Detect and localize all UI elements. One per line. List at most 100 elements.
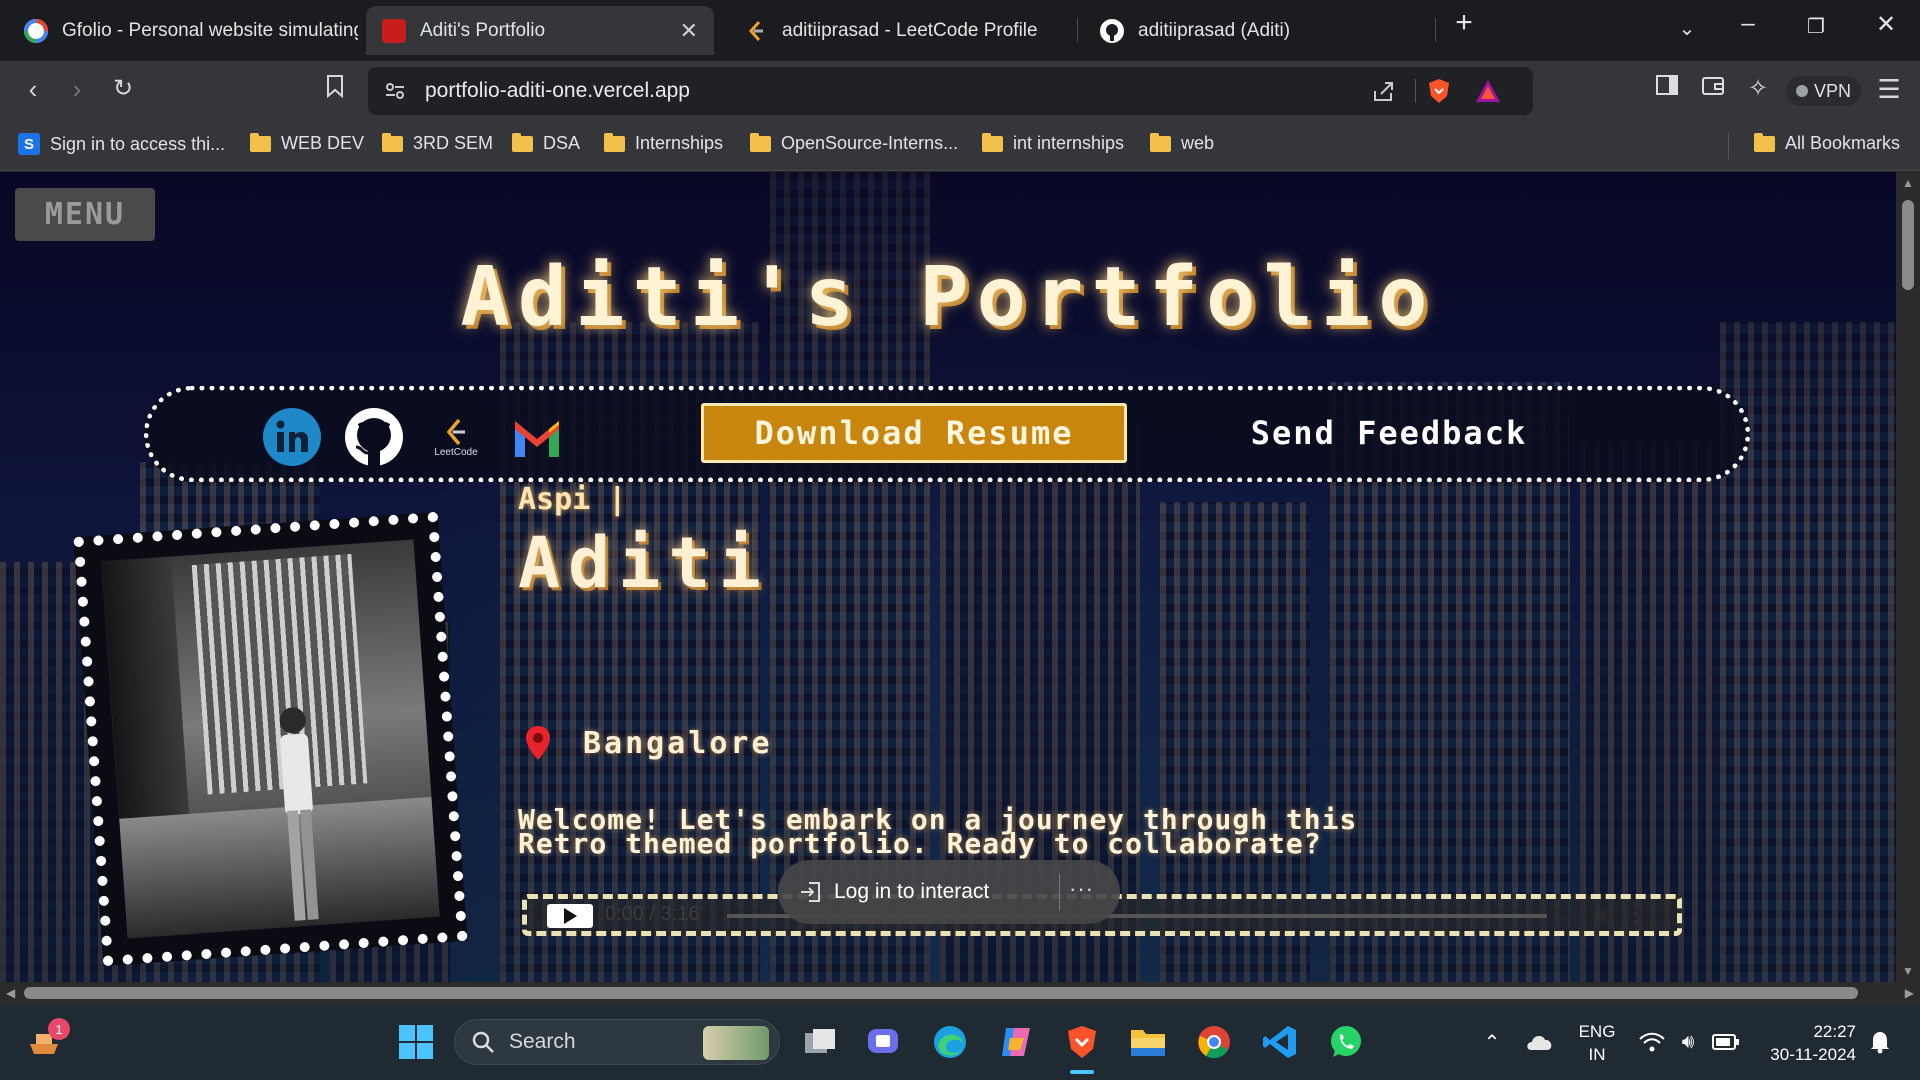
scroll-right-arrow-icon[interactable]: ▶ — [1905, 986, 1914, 1000]
chrome-icon[interactable] — [1194, 1022, 1234, 1062]
greeting-word: Aspi — [518, 482, 591, 517]
search-highlight-icon — [703, 1026, 769, 1060]
windows-taskbar: 1 Search ⌃ ENG IN 🔊︎ 22:27 30-11-2024 — [0, 1004, 1920, 1080]
download-resume-button[interactable]: Download Resume — [701, 403, 1127, 463]
tab-aditis-portfolio[interactable]: Aditi's Portfolio ✕ — [366, 6, 714, 55]
site-settings-icon[interactable] — [384, 80, 406, 107]
address-bar[interactable]: portfolio-aditi-one.vercel.app — [368, 67, 1533, 115]
location: Bangalore — [525, 725, 773, 761]
scrollbar-thumb[interactable] — [24, 987, 1858, 999]
google-icon — [24, 18, 48, 43]
clock[interactable]: 22:27 30-11-2024 — [1756, 1020, 1856, 1066]
play-icon — [564, 908, 577, 924]
bookmark-folder-web[interactable]: web — [1150, 132, 1214, 154]
profile-photo-frame — [73, 511, 468, 967]
tab-search-chevron-icon[interactable]: ⌄ — [1667, 16, 1707, 41]
s-logo-icon: S — [18, 133, 40, 155]
login-to-interact-popup[interactable]: Log in to interact ··· — [778, 860, 1120, 924]
volume-icon[interactable]: 🔊︎ — [1593, 901, 1607, 927]
tab-title: Aditi's Portfolio — [420, 19, 546, 41]
brave-shields-icon[interactable] — [1426, 77, 1452, 110]
bookmark-icon[interactable] — [318, 74, 352, 104]
new-tab-icon[interactable]: + — [1444, 6, 1484, 40]
notifications-bell-icon[interactable] — [1860, 1022, 1900, 1062]
divider — [1415, 79, 1416, 103]
audio-more-options-icon[interactable]: ⋮ — [1623, 899, 1647, 928]
wallet-icon[interactable] — [1696, 74, 1730, 102]
share-icon[interactable] — [1372, 79, 1396, 108]
file-explorer-icon[interactable] — [1128, 1022, 1168, 1062]
tab-gfolio[interactable]: Gfolio - Personal website simulating — [8, 6, 358, 55]
bookmark-label: OpenSource-Interns... — [781, 133, 959, 153]
onedrive-icon[interactable] — [1520, 1022, 1560, 1062]
folder-icon — [604, 132, 625, 152]
close-tab-icon[interactable]: ✕ — [680, 18, 698, 44]
volume-tray-icon[interactable]: 🔊︎ — [1668, 1022, 1708, 1062]
back-icon[interactable]: ‹ — [16, 74, 50, 105]
bookmark-folder-internships[interactable]: Internships — [604, 132, 723, 154]
brave-rewards-icon[interactable] — [1474, 78, 1502, 109]
horizontal-scrollbar[interactable]: ◀ ▶ — [0, 982, 1920, 1004]
clock-time: 22:27 — [1813, 1022, 1856, 1041]
battery-icon[interactable] — [1706, 1022, 1746, 1062]
scroll-left-arrow-icon[interactable]: ◀ — [6, 986, 15, 1000]
sidebar-toggle-icon[interactable] — [1650, 74, 1684, 102]
brave-browser-icon[interactable] — [1062, 1022, 1102, 1074]
vpn-status-icon — [1796, 85, 1808, 97]
send-feedback-button[interactable]: Send Feedback — [1179, 403, 1599, 463]
name-heading: Aditi — [518, 522, 769, 604]
folder-icon — [982, 132, 1003, 152]
leetcode-icon — [744, 19, 768, 43]
leetcode-caption: LeetCode — [434, 446, 478, 458]
reload-icon[interactable]: ↻ — [106, 74, 140, 103]
edge-icon[interactable] — [930, 1022, 970, 1062]
scroll-down-arrow-icon[interactable]: ▼ — [1902, 964, 1914, 978]
menu-button[interactable]: MENU — [15, 188, 155, 241]
bookmark-folder-web-dev[interactable]: WEB DEV — [250, 132, 364, 154]
task-view-icon[interactable] — [800, 1022, 840, 1062]
search-label: Search — [509, 1030, 576, 1053]
bookmark-label: 3RD SEM — [413, 133, 494, 153]
restore-icon[interactable]: ❐ — [1796, 14, 1836, 39]
wifi-icon[interactable] — [1632, 1022, 1672, 1062]
teams-chat-icon[interactable] — [864, 1022, 904, 1062]
tab-leetcode[interactable]: aditiiprasad - LeetCode Profile — [728, 6, 1068, 55]
whatsapp-icon[interactable] — [1326, 1022, 1366, 1062]
vpn-button[interactable]: VPN — [1786, 76, 1862, 106]
leo-ai-icon[interactable]: ✧ — [1741, 74, 1775, 103]
vscode-icon[interactable] — [1260, 1022, 1300, 1062]
show-hidden-icons-chevron-icon[interactable]: ⌃ — [1472, 1022, 1512, 1062]
leetcode-link[interactable]: LeetCode — [426, 407, 486, 467]
vertical-scrollbar[interactable]: ▲ ▼ — [1896, 172, 1920, 982]
github-icon[interactable] — [344, 407, 404, 467]
forward-icon[interactable]: › — [60, 74, 94, 105]
bookmark-folder-3rd-sem[interactable]: 3RD SEM — [382, 132, 494, 154]
gmail-icon[interactable] — [507, 407, 567, 467]
language-line: IN — [1588, 1045, 1606, 1064]
taskbar-search[interactable]: Search — [454, 1019, 780, 1065]
hamburger-menu-icon[interactable]: ☰ — [1872, 74, 1906, 105]
location-text: Bangalore — [583, 725, 773, 761]
scroll-up-arrow-icon[interactable]: ▲ — [1902, 176, 1914, 190]
windows-start-icon[interactable] — [396, 1022, 436, 1062]
scrollbar-thumb[interactable] — [1902, 200, 1914, 290]
language-indicator[interactable]: ENG IN — [1570, 1020, 1624, 1066]
linkedin-icon[interactable] — [262, 407, 322, 467]
close-window-icon[interactable]: ✕ — [1866, 10, 1906, 39]
bookmark-label: All Bookmarks — [1785, 133, 1901, 153]
bookmark-sign-in[interactable]: S Sign in to access thi... — [18, 133, 225, 155]
all-bookmarks-folder[interactable]: All Bookmarks — [1754, 132, 1901, 154]
play-button[interactable] — [547, 904, 593, 928]
tab-github[interactable]: aditiiprasad (Aditi) — [1084, 6, 1424, 55]
minimize-icon[interactable]: – — [1728, 10, 1768, 38]
browser-toolbar: ‹ › ↻ portfolio-aditi-one.vercel.app ✧ V… — [0, 61, 1920, 121]
folder-icon — [1754, 132, 1775, 152]
bookmark-folder-int-internships[interactable]: int internships — [982, 132, 1124, 154]
tab-title: Gfolio - Personal website simulating — [62, 19, 358, 41]
more-options-icon[interactable]: ··· — [1069, 876, 1094, 902]
copilot-icon[interactable] — [996, 1022, 1036, 1062]
greeting-text: Aspi | — [518, 482, 626, 517]
folder-icon — [1150, 132, 1171, 152]
bookmark-folder-dsa[interactable]: DSA — [512, 132, 580, 154]
bookmark-folder-opensource[interactable]: OpenSource-Interns... — [750, 132, 959, 154]
